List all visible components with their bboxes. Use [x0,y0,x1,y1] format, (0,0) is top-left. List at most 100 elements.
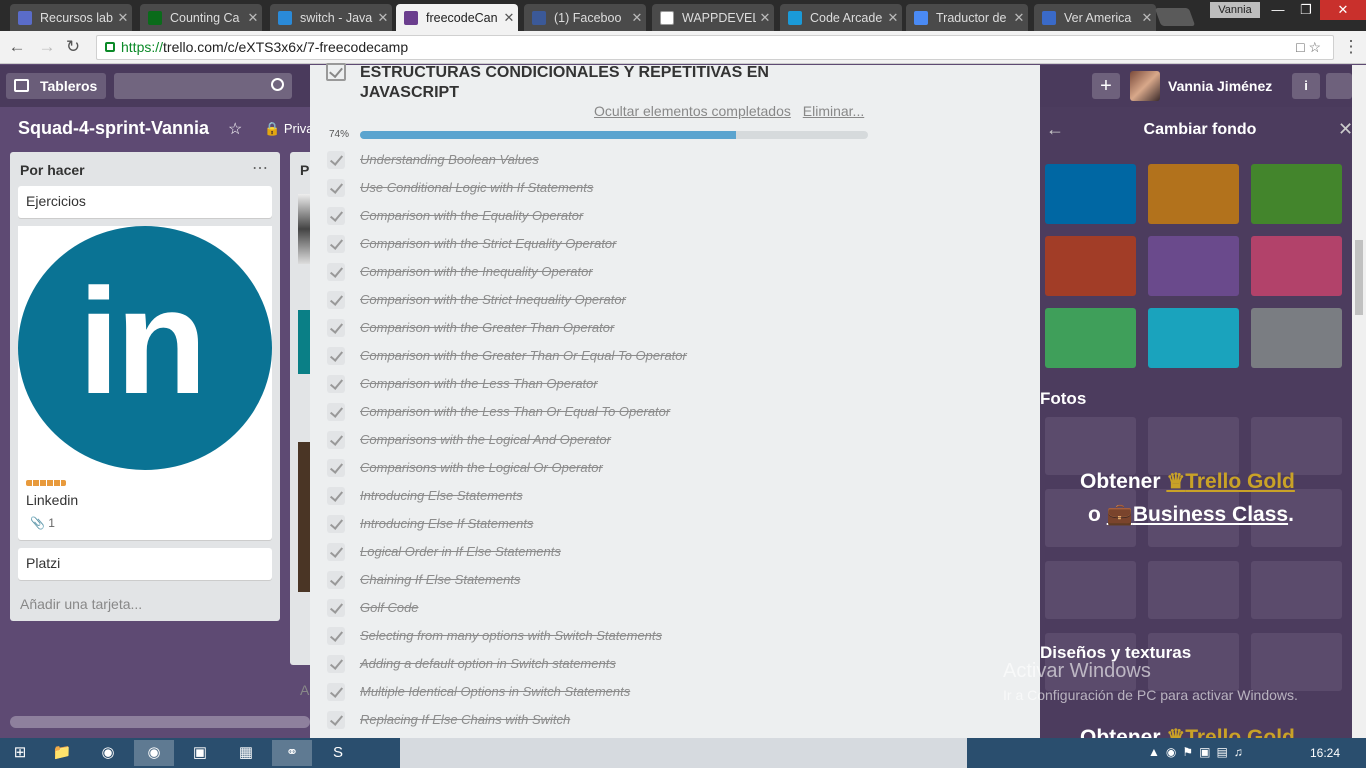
background-color-swatch[interactable] [1148,308,1239,368]
add-icon[interactable]: + [1092,73,1120,99]
back-icon[interactable]: ← [6,36,28,58]
checklist-item-text[interactable]: Introducing Else Statements [360,488,523,503]
checklist-item[interactable]: Comparison with the Equality Operator [310,201,1040,229]
user-menu[interactable]: Vannia Jiménez [1130,71,1272,101]
checklist-item-text[interactable]: Adding a default option in Switch statem… [360,656,616,671]
tab-close-icon[interactable]: ✕ [628,10,646,26]
checklist-item-text[interactable]: Comparison with the Less Than Or Equal T… [360,404,670,419]
checklist-item[interactable]: Use Conditional Logic with If Statements [310,173,1040,201]
checklist-item-text[interactable]: Comparisons with the Logical Or Operator [360,460,603,475]
tab-close-icon[interactable]: ✕ [244,10,262,26]
checklist-item[interactable]: Chaining If Else Statements [310,565,1040,593]
background-photo[interactable] [1148,417,1239,475]
file-explorer-icon[interactable]: 📁 [42,740,82,766]
checklist-item-text[interactable]: Comparison with the Greater Than Or Equa… [360,348,687,363]
card-linkedin[interactable]: in Linkedin 📎 1 [18,226,272,540]
profile-button[interactable]: Vannia [1210,2,1260,18]
card-ejercicios[interactable]: Ejercicios [18,186,272,218]
privacy-button[interactable]: 🔒 Priva [264,121,313,137]
checklist-item-text[interactable]: Understanding Boolean Values [360,152,539,167]
checkbox-checked-icon[interactable] [327,431,345,449]
checkbox-checked-icon[interactable] [327,515,345,533]
app-icon[interactable]: ▦ [226,740,266,766]
browser-tab[interactable]: WAPPDEVEL ✕ [652,4,774,31]
checklist-item[interactable]: Comparisons with the Logical Or Operator [310,453,1040,481]
checklist-title[interactable]: ESTRUCTURAS CONDICIONALES Y REPETITIVAS … [360,63,840,103]
background-color-swatch[interactable] [1148,164,1239,224]
checklist-item[interactable]: Comparison with the Less Than Operator [310,369,1040,397]
checklist-item[interactable]: Comparison with the Strict Equality Oper… [310,229,1040,257]
list-title[interactable]: P [300,162,309,178]
network-app-icon[interactable]: ⚭ [272,740,312,766]
tab-close-icon[interactable]: ✕ [756,10,774,26]
background-photo[interactable] [1148,561,1239,619]
tab-close-icon[interactable]: ✕ [114,10,132,26]
checklist-item[interactable]: Introducing Else Statements [310,481,1040,509]
checklist-item[interactable]: Comparison with the Inequality Operator [310,257,1040,285]
browser-tab[interactable]: Traductor de ✕ [906,4,1028,31]
checklist-item-text[interactable]: Comparison with the Equality Operator [360,208,583,223]
browser-tab[interactable]: Code Arcade ✕ [780,4,902,31]
checklist-item[interactable]: Selecting from many options with Switch … [310,621,1040,649]
minimize-icon[interactable]: — [1264,0,1292,20]
windows-start-icon[interactable]: ⊞ [0,740,40,766]
checklist-item-text[interactable]: Multiple Identical Options in Switch Sta… [360,684,630,699]
background-photo[interactable] [1045,417,1136,475]
background-color-swatch[interactable] [1045,236,1136,296]
checklist-item-text[interactable]: Logical Order in If Else Statements [360,544,561,559]
checklist-item-text[interactable]: Golf Code [360,600,419,615]
info-icon[interactable]: i [1292,73,1320,99]
list-menu-icon[interactable]: ⋯ [252,158,268,178]
new-tab-button[interactable] [1154,8,1196,26]
board-scrollbar[interactable] [10,716,310,728]
checkbox-checked-icon[interactable] [327,291,345,309]
checkbox-checked-icon[interactable] [327,599,345,617]
background-photo[interactable] [1251,417,1342,475]
checklist-item[interactable]: Comparison with the Less Than Or Equal T… [310,397,1040,425]
checkbox-checked-icon[interactable] [327,627,345,645]
board-title[interactable]: Squad-4-sprint-Vannia [18,118,209,139]
checklist-item[interactable]: Golf Code [310,593,1040,621]
checklist-item[interactable]: Comparisons with the Logical And Operato… [310,425,1040,453]
bookmark-star-icon[interactable]: ☆ [1308,39,1321,55]
scroll-thumb[interactable] [1355,240,1363,315]
window-close-icon[interactable]: ✕ [1320,0,1366,20]
checklist-item-text[interactable]: Replacing If Else Chains with Switch [360,712,570,727]
star-icon[interactable]: ☆ [228,119,242,139]
business-class-link[interactable]: 💼Business Class [1107,503,1288,526]
trello-search-input[interactable] [114,73,292,99]
checkbox-checked-icon[interactable] [327,347,345,365]
reload-icon[interactable]: ↻ [62,36,84,58]
checkbox-checked-icon[interactable] [327,683,345,701]
checklist-item[interactable]: Multiple Identical Options in Switch Sta… [310,677,1040,705]
checklist-item-text[interactable]: Comparison with the Strict Inequality Op… [360,292,626,307]
background-color-swatch[interactable] [1251,236,1342,296]
checklist-item[interactable]: Adding a default option in Switch statem… [310,649,1040,677]
close-icon[interactable]: ✕ [1338,119,1352,140]
checkbox-checked-icon[interactable] [327,403,345,421]
checkbox-checked-icon[interactable] [327,711,345,729]
checkbox-checked-icon[interactable] [327,487,345,505]
page-scrollbar[interactable] [1352,65,1366,738]
trello-gold-link[interactable]: ♛Trello Gold [1166,470,1295,493]
checklist-item[interactable]: Comparison with the Greater Than Operato… [310,313,1040,341]
checkbox-checked-icon[interactable] [327,207,345,225]
background-color-swatch[interactable] [1251,308,1342,368]
checklist-item[interactable]: Introducing Else If Statements [310,509,1040,537]
restore-icon[interactable]: ❐ [1292,0,1320,20]
tab-close-icon[interactable]: ✕ [374,10,392,26]
checklist-item[interactable]: Comparison with the Strict Inequality Op… [310,285,1040,313]
forward-icon[interactable]: → [36,36,58,58]
checklist-item-text[interactable]: Chaining If Else Statements [360,572,520,587]
tab-close-icon[interactable]: ✕ [1010,10,1028,26]
checkbox-checked-icon[interactable] [327,655,345,673]
background-color-swatch[interactable] [1045,308,1136,368]
checklist-item-text[interactable]: Comparison with the Strict Equality Oper… [360,236,617,251]
browser-tab[interactable]: (1) Faceboo ✕ [524,4,646,31]
browser-tab[interactable]: switch - Java ✕ [270,4,392,31]
bell-icon[interactable] [1326,73,1352,99]
checklist-item[interactable]: Comparison with the Greater Than Or Equa… [310,341,1040,369]
tab-close-icon[interactable]: ✕ [1138,10,1156,26]
background-color-swatch[interactable] [1148,236,1239,296]
clock[interactable]: 16:24 [1310,746,1340,760]
